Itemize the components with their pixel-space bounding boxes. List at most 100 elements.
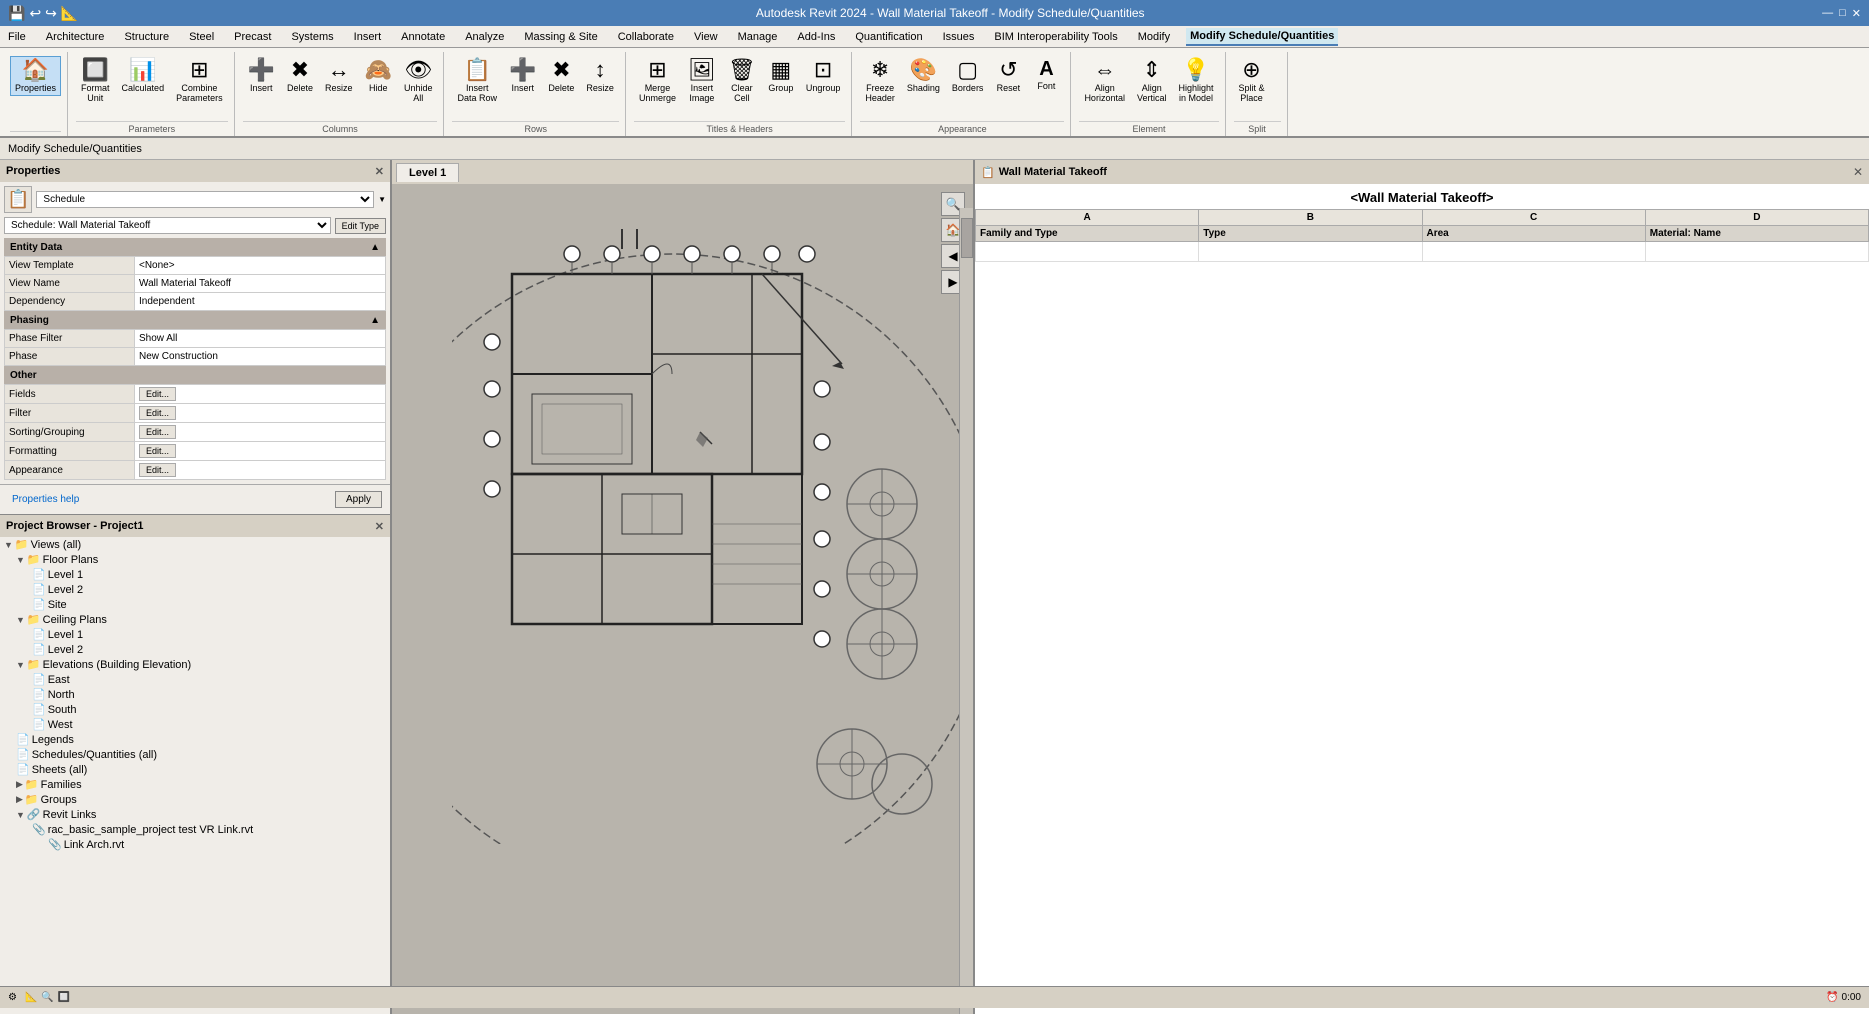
tree-ceiling-plans[interactable]: ▼ 📁 Ceiling Plans (0, 612, 390, 627)
minimize-btn[interactable]: — (1822, 7, 1833, 20)
delete-row-button[interactable]: ✖ Delete (543, 56, 579, 96)
menu-architecture[interactable]: Architecture (42, 29, 109, 45)
split-place-button[interactable]: ⊕ Split &Place (1234, 56, 1270, 106)
menu-insert[interactable]: Insert (350, 29, 386, 45)
view-name-value[interactable]: Wall Material Takeoff (135, 275, 386, 293)
measure-btn[interactable]: 📐 (61, 5, 78, 22)
phase-value[interactable]: New Construction (135, 348, 386, 366)
menu-steel[interactable]: Steel (185, 29, 218, 45)
tree-level1-floor[interactable]: 📄 Level 1 (0, 567, 390, 582)
ungroup-button[interactable]: ⊡ Ungroup (801, 56, 846, 96)
filter-edit-button[interactable]: Edit... (139, 406, 176, 420)
menu-collaborate[interactable]: Collaborate (614, 29, 678, 45)
menu-view[interactable]: View (690, 29, 722, 45)
tree-elevations[interactable]: ▼ 📁 Elevations (Building Elevation) (0, 657, 390, 672)
view-template-value[interactable]: <None> (135, 257, 386, 275)
tree-schedules[interactable]: 📄 Schedules/Quantities (all) (0, 747, 390, 762)
viewport-canvas[interactable]: 🔍 🏠 ◀ ▶ (392, 184, 973, 1014)
tree-views-all[interactable]: ▼ 📁 Views (all) (0, 537, 390, 552)
maximize-btn[interactable]: □ (1839, 7, 1846, 20)
tree-sheets[interactable]: 📄 Sheets (all) (0, 762, 390, 777)
resize-row-button[interactable]: ↕ Resize (581, 56, 619, 96)
sorting-edit-button[interactable]: Edit... (139, 425, 176, 439)
combine-parameters-button[interactable]: ⊞ CombineParameters (171, 56, 228, 106)
group-button[interactable]: ▦ Group (763, 56, 799, 96)
browser-close-button[interactable]: ✕ (375, 520, 384, 533)
empty-cell[interactable] (1422, 242, 1645, 262)
delete-column-button[interactable]: ✖ Delete (282, 56, 318, 96)
insert-data-row-button[interactable]: 📋 InsertData Row (452, 56, 502, 106)
format-unit-button[interactable]: 🔲 FormatUnit (76, 56, 115, 106)
insert-image-button[interactable]: 🖼 InsertImage (683, 56, 721, 106)
empty-cell[interactable] (976, 242, 1199, 262)
tree-rac-basic[interactable]: 📎 rac_basic_sample_project test VR Link.… (0, 822, 390, 837)
appearance-edit-button[interactable]: Edit... (139, 463, 176, 477)
menu-quantification[interactable]: Quantification (851, 29, 926, 45)
shading-button[interactable]: 🎨 Shading (902, 56, 945, 96)
menu-annotate[interactable]: Annotate (397, 29, 449, 45)
freeze-header-button[interactable]: ❄ FreezeHeader (860, 56, 900, 106)
status-icon-3[interactable]: 🔲 (58, 992, 70, 1003)
fields-edit-button[interactable]: Edit... (139, 387, 176, 401)
viewport-scroll-thumb[interactable] (961, 218, 973, 258)
merge-unmerge-button[interactable]: ⊞ MergeUnmerge (634, 56, 681, 106)
tree-west[interactable]: 📄 West (0, 717, 390, 732)
menu-analyze[interactable]: Analyze (461, 29, 508, 45)
tree-groups[interactable]: ▶ 📁 Groups (0, 792, 390, 807)
tree-level1-ceiling[interactable]: 📄 Level 1 (0, 627, 390, 642)
tree-legends[interactable]: 📄 Legends (0, 732, 390, 747)
apply-button[interactable]: Apply (335, 491, 382, 508)
highlight-in-model-button[interactable]: 💡 Highlightin Model (1173, 56, 1218, 106)
schedule-type-selector[interactable]: Schedule: Wall Material Takeoff (4, 217, 331, 234)
tree-level2-floor[interactable]: 📄 Level 2 (0, 582, 390, 597)
clear-cell-button[interactable]: 🗑 ClearCell (723, 56, 761, 106)
phase-filter-value[interactable]: Show All (135, 330, 386, 348)
menu-precast[interactable]: Precast (230, 29, 275, 45)
tree-level2-ceiling[interactable]: 📄 Level 2 (0, 642, 390, 657)
insert-row-button[interactable]: ➕ Insert (504, 56, 541, 96)
schedule-panel-close-button[interactable]: ✕ (1853, 165, 1863, 179)
properties-close-button[interactable]: ✕ (375, 165, 384, 178)
undo-btn[interactable]: ↩ (29, 5, 41, 22)
font-button[interactable]: A Font (1028, 56, 1064, 94)
insert-column-button[interactable]: ➕ Insert (243, 56, 280, 96)
close-btn[interactable]: ✕ (1852, 7, 1861, 20)
schedule-dropdown[interactable]: Schedule (36, 191, 374, 208)
unhide-all-button[interactable]: 👁 UnhideAll (399, 56, 438, 106)
tree-site[interactable]: 📄 Site (0, 597, 390, 612)
menu-issues[interactable]: Issues (939, 29, 979, 45)
menu-massing[interactable]: Massing & Site (520, 29, 601, 45)
tree-south[interactable]: 📄 South (0, 702, 390, 717)
menu-modify[interactable]: Modify (1134, 29, 1174, 45)
status-icon-1[interactable]: 📐 (25, 992, 37, 1003)
edit-type-button[interactable]: Edit Type (335, 218, 386, 234)
phasing-scroll[interactable]: ▲ (370, 315, 380, 326)
menu-systems[interactable]: Systems (287, 29, 337, 45)
align-vertical-button[interactable]: ⇕ AlignVertical (1132, 56, 1172, 106)
tree-families[interactable]: ▶ 📁 Families (0, 777, 390, 792)
menu-bim[interactable]: BIM Interoperability Tools (990, 29, 1121, 45)
tree-floor-plans[interactable]: ▼ 📁 Floor Plans (0, 552, 390, 567)
tree-east[interactable]: 📄 East (0, 672, 390, 687)
save-btn[interactable]: 💾 (8, 5, 25, 22)
align-horizontal-button[interactable]: ⇔ AlignHorizontal (1079, 56, 1130, 106)
resize-column-button[interactable]: ↔ Resize (320, 56, 358, 96)
status-icon-2[interactable]: 🔍 (41, 992, 53, 1003)
viewport-scrollbar[interactable] (959, 208, 973, 1014)
formatting-edit-button[interactable]: Edit... (139, 444, 176, 458)
redo-btn[interactable]: ↪ (45, 5, 57, 22)
viewport-tab-level1[interactable]: Level 1 (396, 163, 459, 182)
menu-manage[interactable]: Manage (734, 29, 782, 45)
tree-revit-links[interactable]: ▼ 🔗 Revit Links (0, 807, 390, 822)
menu-structure[interactable]: Structure (120, 29, 173, 45)
empty-cell[interactable] (1199, 242, 1422, 262)
tree-north[interactable]: 📄 North (0, 687, 390, 702)
properties-help-link[interactable]: Properties help (6, 492, 85, 507)
properties-button[interactable]: 🏠 Properties (10, 56, 61, 96)
entity-data-scroll-up[interactable]: ▲ (370, 242, 380, 253)
calculated-button[interactable]: 📊 Calculated (117, 56, 170, 96)
dependency-value[interactable]: Independent (135, 293, 386, 311)
hide-column-button[interactable]: 🙈 Hide (360, 56, 397, 96)
menu-addins[interactable]: Add-Ins (793, 29, 839, 45)
borders-button[interactable]: ▢ Borders (947, 56, 989, 96)
